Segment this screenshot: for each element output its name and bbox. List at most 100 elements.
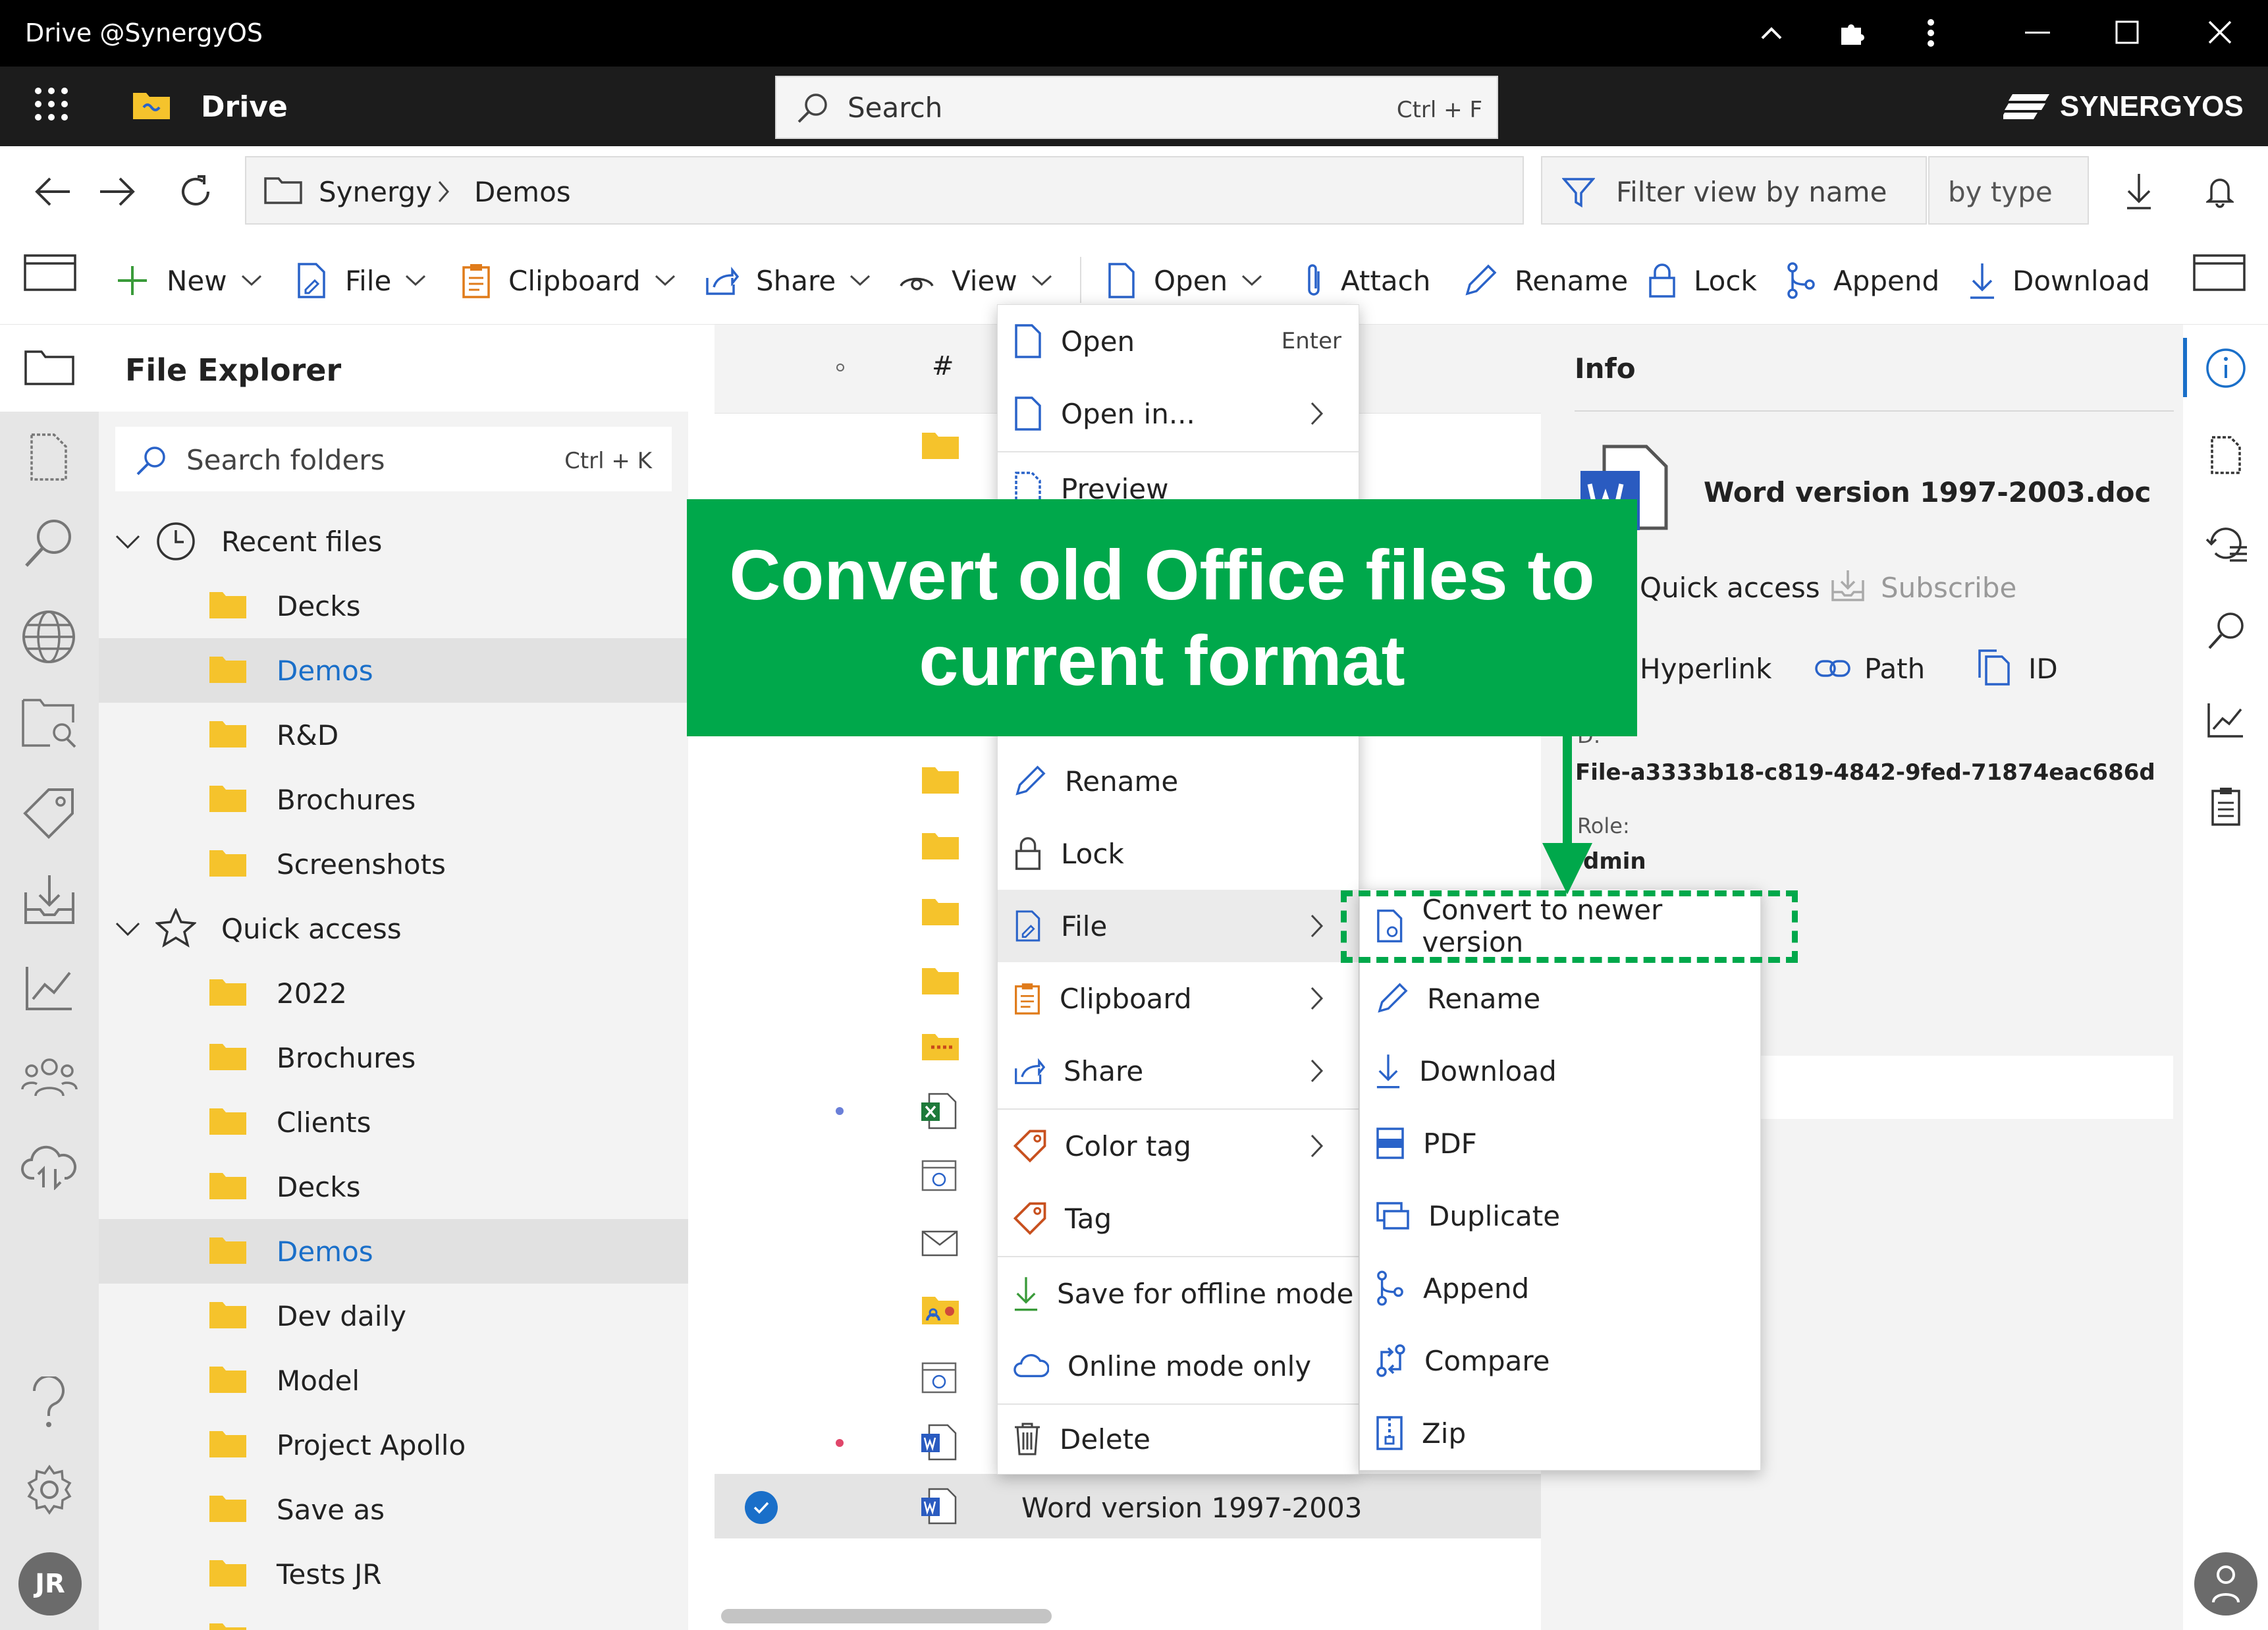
toolbar-rename-button[interactable]: Rename: [1463, 252, 1628, 309]
extension-puzzle-icon[interactable]: [1837, 18, 1866, 47]
settings-gear-icon[interactable]: [24, 1464, 75, 1515]
submenu-item-compare[interactable]: Compare: [1360, 1324, 1760, 1397]
id-button[interactable]: ID: [2028, 653, 2058, 685]
quick-access-group[interactable]: Quick access: [99, 896, 688, 961]
toolbar-attach-button[interactable]: Attach: [1304, 252, 1430, 309]
toolbar-file-button[interactable]: File: [295, 252, 444, 309]
tree-item-brochures[interactable]: Brochures: [99, 767, 688, 832]
users-group-icon[interactable]: [21, 1054, 78, 1099]
more-vertical-icon[interactable]: [1926, 18, 1935, 47]
minimize-icon[interactable]: [2025, 32, 2050, 36]
submenu-item-rename[interactable]: Rename: [1360, 962, 1760, 1035]
tree-item-model[interactable]: Model: [99, 1348, 688, 1413]
menu-item-save-offline[interactable]: Save for offline mode: [998, 1257, 1359, 1330]
path-button[interactable]: Path: [1864, 653, 1925, 685]
refresh-icon[interactable]: [178, 174, 213, 209]
submenu-item-pdf[interactable]: PDF: [1360, 1107, 1760, 1180]
tree-item-brochures[interactable]: Brochures: [99, 1025, 688, 1090]
menu-item-file[interactable]: File: [998, 890, 1359, 962]
tag-rail-icon[interactable]: [22, 787, 75, 840]
help-question-icon[interactable]: [30, 1376, 67, 1429]
subscribe-button[interactable]: Subscribe: [1881, 572, 2016, 604]
bell-icon[interactable]: [2206, 173, 2234, 208]
menu-item-clipboard[interactable]: Clipboard: [998, 962, 1359, 1035]
file-explorer-folder-icon[interactable]: [24, 349, 75, 386]
tree-item-rnd[interactable]: R&D: [99, 703, 688, 767]
recent-files-group[interactable]: Recent files: [99, 509, 688, 574]
toolbar-share-button[interactable]: Share: [705, 252, 888, 309]
profile-avatar[interactable]: [2194, 1552, 2257, 1616]
tree-item-demos[interactable]: Demos: [99, 1219, 688, 1284]
column-hash[interactable]: #: [932, 351, 954, 381]
menu-item-delete[interactable]: Delete: [998, 1403, 1359, 1475]
user-avatar[interactable]: JR: [18, 1552, 82, 1616]
back-arrow-icon[interactable]: [33, 176, 71, 207]
sort-download-arrow-icon[interactable]: [2126, 173, 2152, 209]
chart-line-icon[interactable]: [25, 965, 74, 1011]
select-all-circle-icon[interactable]: [836, 363, 845, 372]
global-search-box[interactable]: Search Ctrl + F: [775, 76, 1498, 139]
tree-item-demos[interactable]: Demos: [99, 638, 688, 703]
maximize-icon[interactable]: [2115, 20, 2139, 44]
submenu-item-append[interactable]: Append: [1360, 1252, 1760, 1324]
activity-chart-icon[interactable]: [2207, 701, 2245, 738]
menu-item-share[interactable]: Share: [998, 1035, 1359, 1107]
close-icon[interactable]: [2207, 20, 2232, 45]
menu-item-online-only[interactable]: Online mode only: [998, 1330, 1359, 1402]
forward-arrow-icon[interactable]: [99, 176, 137, 207]
filter-type-select[interactable]: by type: [1928, 156, 2089, 225]
submenu-item-download[interactable]: Download: [1360, 1035, 1760, 1107]
horizontal-scrollbar[interactable]: [721, 1609, 1052, 1623]
toolbar-lock-button[interactable]: Lock: [1648, 252, 1757, 309]
menu-item-color-tag[interactable]: Color tag: [998, 1110, 1359, 1182]
tree-item-2022[interactable]: 2022: [99, 961, 688, 1025]
search-rail-icon[interactable]: [24, 517, 75, 568]
tree-item-dev-daily[interactable]: Dev daily: [99, 1284, 688, 1348]
submenu-item-duplicate[interactable]: Duplicate: [1360, 1180, 1760, 1252]
menu-item-rename[interactable]: Rename: [998, 745, 1359, 817]
menu-item-open-in[interactable]: Open in...: [998, 377, 1359, 450]
document-preview-icon[interactable]: [2209, 435, 2242, 475]
toolbar-view-button[interactable]: View: [899, 252, 1070, 309]
table-row-selected[interactable]: Word version 1997-2003: [715, 1474, 1541, 1538]
menu-item-tag[interactable]: Tag: [998, 1182, 1359, 1255]
app-launcher-grid-icon[interactable]: [34, 87, 68, 121]
tree-item-decks[interactable]: Decks: [99, 1155, 688, 1219]
hyperlink-button[interactable]: Hyperlink: [1640, 653, 1771, 685]
row-checkbox[interactable]: [745, 1491, 778, 1524]
folder-icon: [209, 850, 246, 877]
toolbar-append-button[interactable]: Append: [1786, 252, 1939, 309]
notes-clipboard-icon[interactable]: [2211, 786, 2241, 827]
info-circle-icon[interactable]: [2205, 347, 2247, 389]
tree-item-screenshots[interactable]: Screenshots: [99, 832, 688, 896]
search-details-icon[interactable]: [2207, 611, 2246, 651]
folder-search-icon[interactable]: [21, 698, 78, 748]
tree-item-decks[interactable]: Decks: [99, 574, 688, 638]
details-pane-toggle-icon[interactable]: [2193, 254, 2246, 291]
inbox-download-icon[interactable]: [24, 873, 75, 925]
tree-item-save-as[interactable]: Save as: [99, 1477, 688, 1542]
toolbar-clipboard-button[interactable]: Clipboard: [461, 252, 693, 309]
tree-item-project-apollo[interactable]: Project Apollo: [99, 1413, 688, 1477]
globe-icon[interactable]: [21, 609, 76, 665]
breadcrumb-synergy[interactable]: Synergy: [319, 176, 432, 208]
folder-search-input[interactable]: Search folders Ctrl + K: [115, 427, 672, 491]
tree-item-clients[interactable]: Clients: [99, 1090, 688, 1155]
pdf-file-icon: [1376, 1127, 1404, 1159]
cloud-sync-icon[interactable]: [21, 1143, 78, 1190]
panel-toggle-icon[interactable]: [24, 254, 76, 291]
collapse-chevron-icon[interactable]: [1760, 21, 1783, 45]
tree-item-tests-jr[interactable]: Tests JR: [99, 1542, 688, 1606]
menu-item-open[interactable]: Open Enter: [998, 305, 1359, 377]
document-icon[interactable]: [29, 433, 68, 481]
history-icon[interactable]: [2205, 524, 2248, 564]
toolbar-download-button[interactable]: Download: [1969, 252, 2150, 309]
filter-name-input[interactable]: Filter view by name: [1541, 156, 1927, 225]
submenu-item-zip[interactable]: Zip: [1360, 1397, 1760, 1469]
menu-item-lock[interactable]: Lock: [998, 817, 1359, 890]
toolbar-open-button[interactable]: Open: [1106, 252, 1280, 309]
breadcrumb-demos[interactable]: Demos: [474, 176, 571, 208]
quick-access-button[interactable]: Quick access: [1640, 572, 1820, 604]
info-text-field[interactable]: [1752, 1056, 2173, 1119]
toolbar-new-button[interactable]: New: [115, 252, 280, 309]
